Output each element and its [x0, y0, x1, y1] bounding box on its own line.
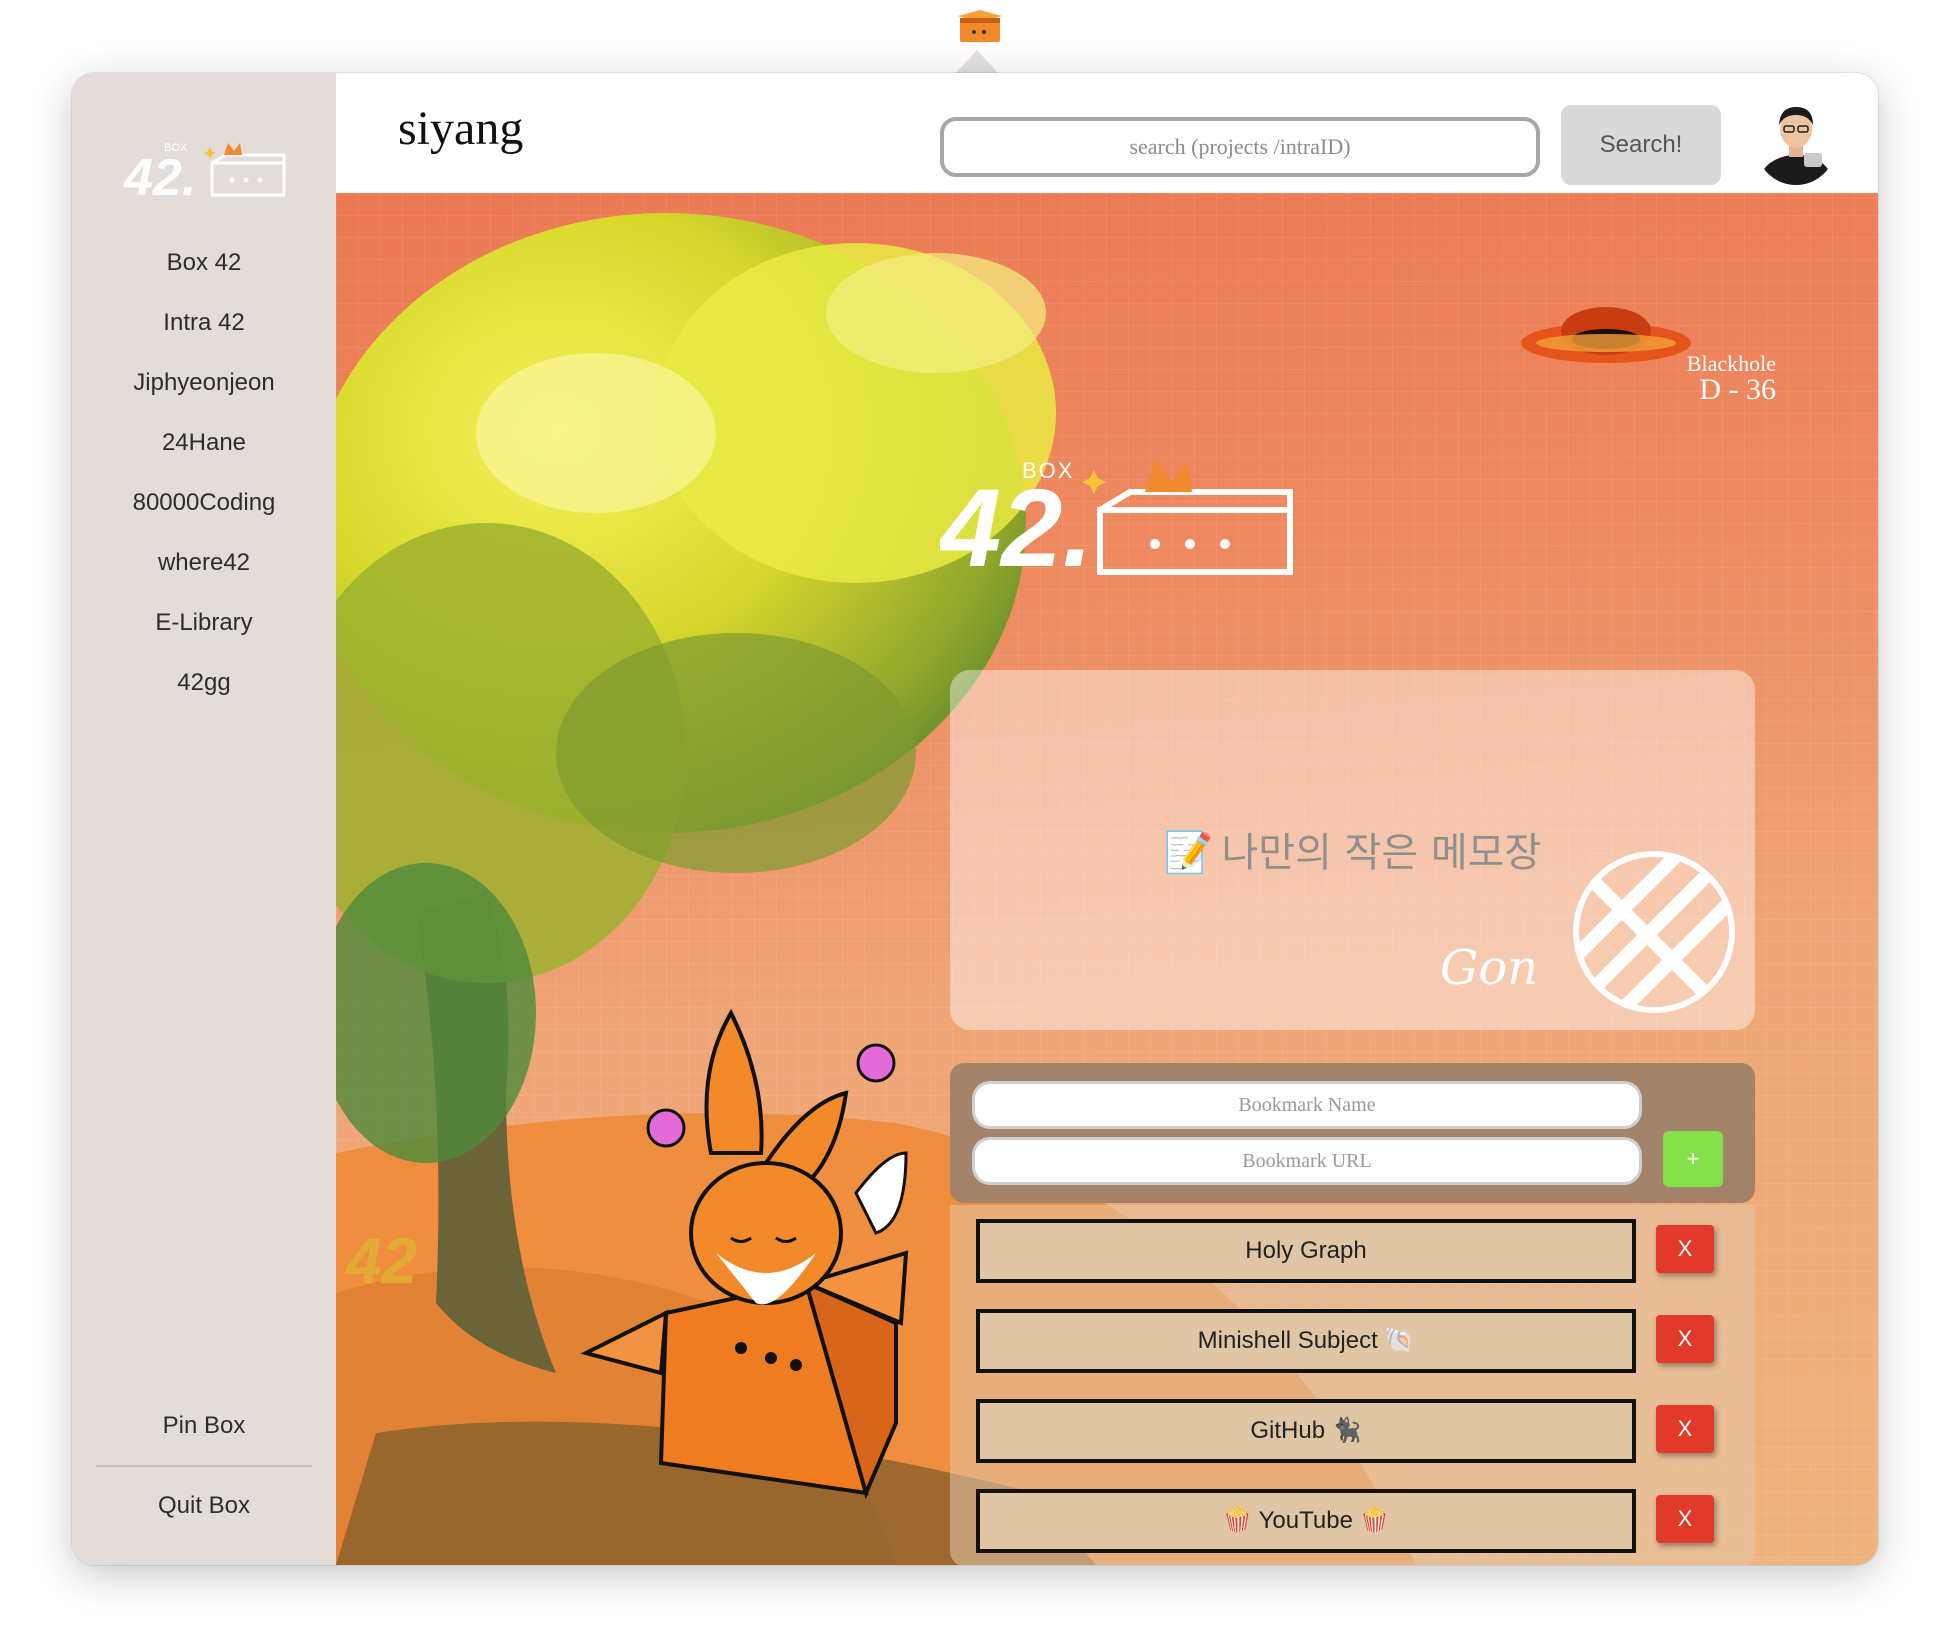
- svg-text:Gon: Gon: [1440, 940, 1538, 996]
- quit-box-button[interactable]: Quit Box: [72, 1475, 336, 1537]
- delete-bookmark-button[interactable]: X: [1656, 1405, 1714, 1453]
- bookmark-list: Holy Graph X Minishell Subject 🐚 X GitHu…: [950, 1205, 1755, 1565]
- sidebar-divider: [96, 1465, 312, 1467]
- blackhole-label: Blackhole D - 36: [1636, 353, 1776, 405]
- svg-text:42.: 42.: [123, 149, 196, 201]
- svg-text:42.: 42.: [940, 467, 1093, 578]
- sidebar-nav: Box 42 Intra 42 Jiphyeonjeon 24Hane 8000…: [72, 233, 336, 713]
- user-avatar-icon[interactable]: [1756, 95, 1836, 185]
- bookmark-row: GitHub 🐈‍⬛ X: [976, 1387, 1716, 1477]
- bookmark-row: Minishell Subject 🐚 X: [976, 1297, 1716, 1387]
- bookmark-link-holy-graph[interactable]: Holy Graph: [976, 1219, 1636, 1283]
- bookmark-row: 🍿 YouTube 🍿 X: [976, 1477, 1716, 1565]
- delete-bookmark-button[interactable]: X: [1656, 1315, 1714, 1363]
- bookmark-row: Holy Graph X: [976, 1207, 1716, 1297]
- delete-bookmark-button[interactable]: X: [1656, 1495, 1714, 1543]
- search-input[interactable]: [940, 117, 1540, 177]
- bookmark-form: +: [950, 1063, 1755, 1203]
- sidebar-item-where42[interactable]: where42: [72, 533, 336, 593]
- memo-pad[interactable]: 📝 나만의 작은 메모장 Gon: [950, 670, 1755, 1030]
- bookmark-url-input[interactable]: [972, 1137, 1642, 1185]
- header: siyang Search!: [336, 73, 1878, 193]
- sidebar-item-jiphyeonjeon[interactable]: Jiphyeonjeon: [72, 353, 336, 413]
- bookmark-link-github[interactable]: GitHub 🐈‍⬛: [976, 1399, 1636, 1463]
- bookmark-link-youtube[interactable]: 🍿 YouTube 🍿: [976, 1489, 1636, 1553]
- pin-box-button[interactable]: Pin Box: [72, 1395, 336, 1457]
- sidebar-item-80000coding[interactable]: 80000Coding: [72, 473, 336, 533]
- memo-title-text: 나만의 작은 메모장: [1221, 830, 1542, 876]
- svg-text:BOX: BOX: [164, 142, 188, 154]
- sidebar-item-e-library[interactable]: E-Library: [72, 593, 336, 653]
- bookmark-name-input[interactable]: [972, 1081, 1642, 1129]
- app-window: 42. BOX Box 42 Intra 42 Jiphyeonjeon 24H…: [72, 73, 1878, 1565]
- svg-text:42: 42: [344, 1225, 417, 1297]
- blackhole-days: D - 36: [1699, 373, 1776, 406]
- svg-text:BOX: BOX: [1022, 458, 1074, 483]
- search-button[interactable]: Search!: [1561, 105, 1721, 185]
- box-42-big-logo-icon: 42. BOX: [940, 458, 1293, 578]
- sidebar-item-intra-42[interactable]: Intra 42: [72, 293, 336, 353]
- bookmark-link-minishell-subject[interactable]: Minishell Subject 🐚: [976, 1309, 1636, 1373]
- sidebar-item-42gg[interactable]: 42gg: [72, 653, 336, 713]
- gon-signature-icon: Gon: [1440, 940, 1538, 996]
- 42-emblem-icon: [1573, 851, 1735, 1013]
- tray-caret: [955, 50, 999, 74]
- delete-bookmark-button[interactable]: X: [1656, 1225, 1714, 1273]
- main-panel: 42 Blackhole D - 36 42. BOX 📝나만의 작은 메모장: [336, 193, 1878, 1565]
- memo-pencil-icon: 📝: [1163, 830, 1214, 876]
- sidebar-bottom: Pin Box Quit Box: [72, 1395, 336, 1537]
- box-42-logo-icon[interactable]: 42. BOX: [120, 135, 290, 201]
- blackhole-title: Blackhole: [1686, 351, 1776, 376]
- sidebar-item-box-42[interactable]: Box 42: [72, 233, 336, 293]
- add-bookmark-button[interactable]: +: [1663, 1131, 1723, 1187]
- sidebar-item-24hane[interactable]: 24Hane: [72, 413, 336, 473]
- sidebar: 42. BOX Box 42 Intra 42 Jiphyeonjeon 24H…: [72, 73, 336, 1565]
- box-tray-icon[interactable]: [950, 2, 1010, 46]
- user-name: siyang: [398, 102, 524, 155]
